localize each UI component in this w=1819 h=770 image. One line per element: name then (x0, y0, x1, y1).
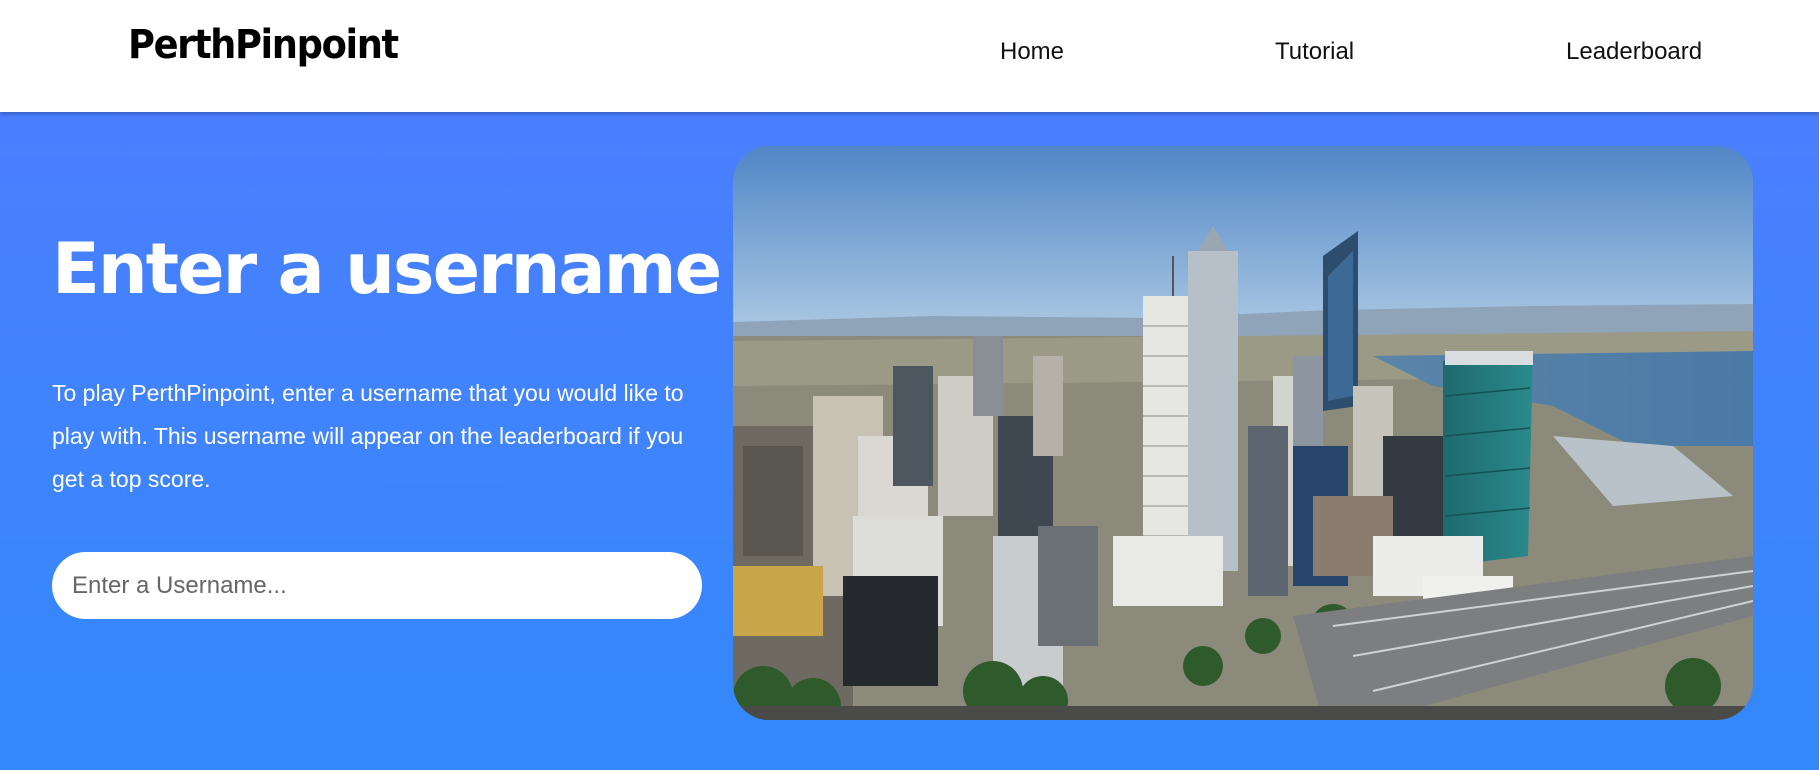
skyline-illustration (733, 146, 1753, 720)
site-logo[interactable]: PerthPinpoint (128, 22, 399, 68)
page-title: Enter a username (52, 228, 722, 310)
instructions-text: To play PerthPinpoint, enter a username … (52, 380, 684, 492)
username-input[interactable] (52, 552, 702, 619)
perth-skyline-image (733, 146, 1753, 720)
nav-home-link[interactable]: Home (1000, 38, 1064, 66)
nav-leaderboard-link[interactable]: Leaderboard (1566, 38, 1702, 66)
site-header: PerthPinpoint Home Tutorial Leaderboard (0, 0, 1819, 112)
hero-section: Enter a username To play PerthPinpoint, … (0, 112, 1819, 770)
nav-tutorial-link[interactable]: Tutorial (1275, 38, 1354, 66)
